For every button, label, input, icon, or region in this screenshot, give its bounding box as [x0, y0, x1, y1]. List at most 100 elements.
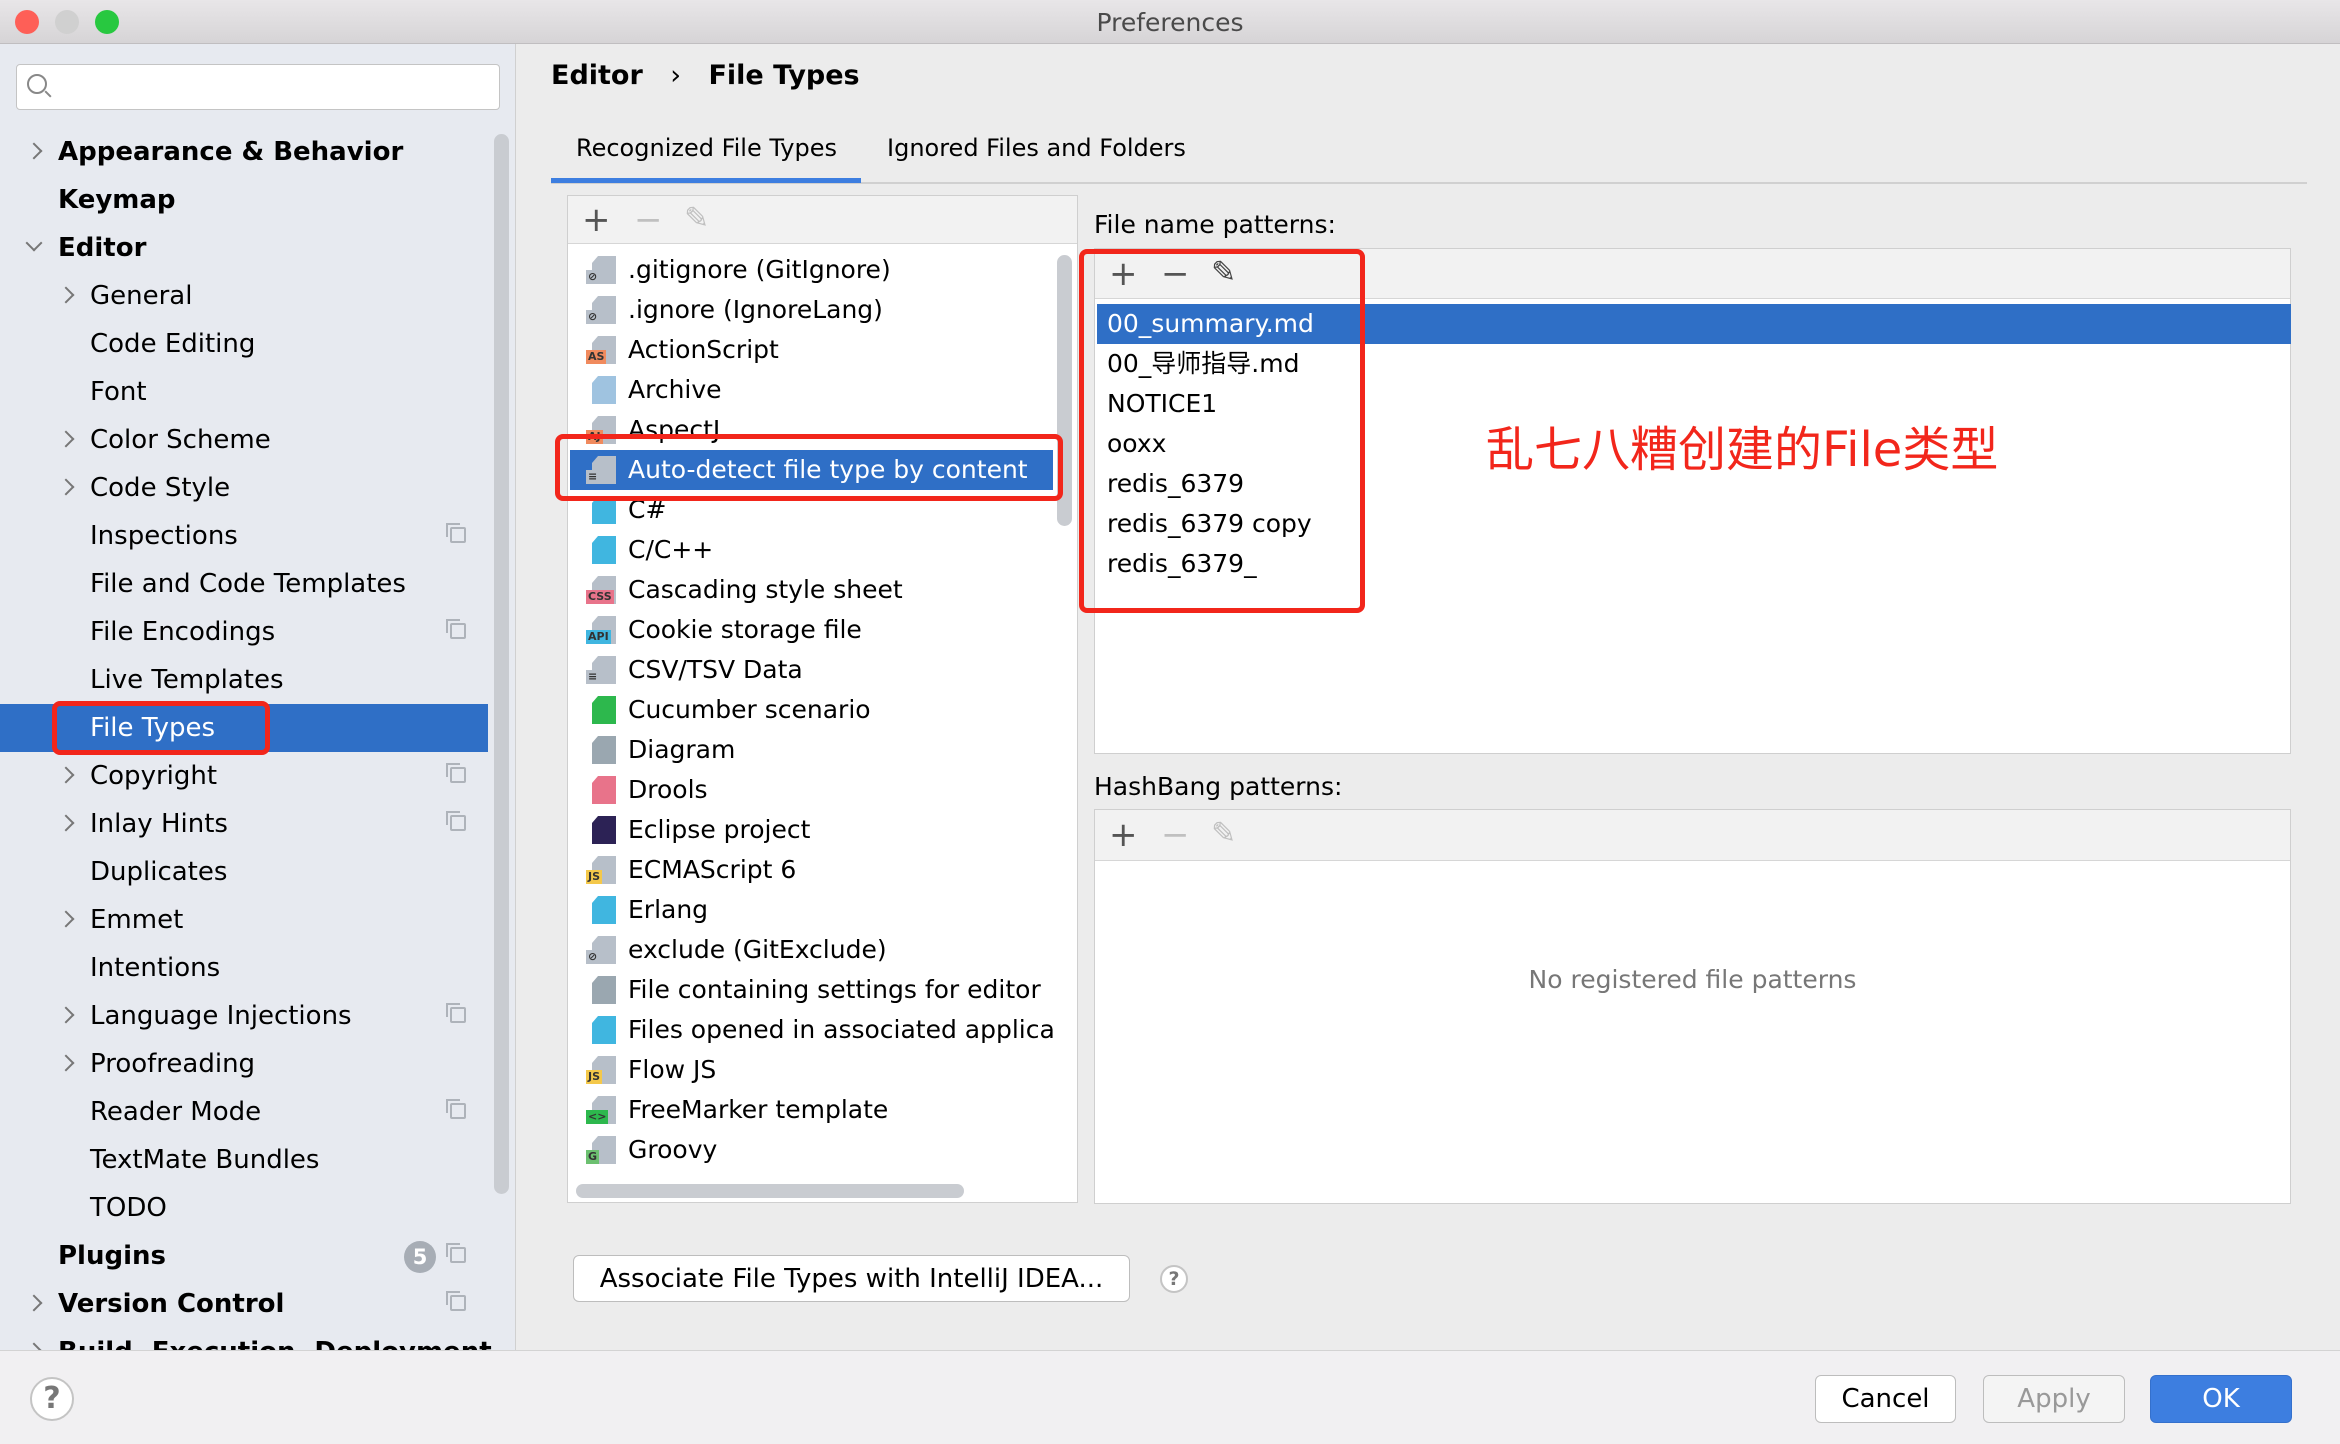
sidebar-item-version-control[interactable]: Version Control	[0, 1280, 488, 1328]
chevron-right-icon[interactable]	[57, 478, 75, 496]
sidebar-item-file-encodings[interactable]: File Encodings	[0, 608, 488, 656]
file-type-item[interactable]: Eclipse project	[570, 810, 1053, 850]
api-icon-badge: API	[586, 630, 611, 644]
chevron-right-icon[interactable]	[57, 430, 75, 448]
file-type-item[interactable]: ⊘ exclude (GitExclude)	[570, 930, 1053, 970]
file-type-item[interactable]: JS ECMAScript 6	[570, 850, 1053, 890]
help-icon[interactable]: ?	[1160, 1265, 1188, 1293]
file-type-item[interactable]: Erlang	[570, 890, 1053, 930]
sidebar-item-label: File Encodings	[90, 617, 276, 647]
archive-icon	[592, 376, 616, 404]
file-type-label: .ignore (IgnoreLang)	[628, 295, 883, 324]
file-type-item[interactable]: Drools	[570, 770, 1053, 810]
chevron-right-icon[interactable]	[57, 910, 75, 928]
file-type-item[interactable]: G Groovy	[570, 1130, 1053, 1170]
file-type-item[interactable]: ⊘ .gitignore (GitIgnore)	[570, 250, 1053, 290]
add-icon[interactable]: +	[582, 203, 611, 237]
window-title: Preferences	[1096, 8, 1244, 37]
sidebar-item-file-and-code-templates[interactable]: File and Code Templates	[0, 560, 488, 608]
sidebar-item-live-templates[interactable]: Live Templates	[0, 656, 488, 704]
file-type-item[interactable]: C/C++	[570, 530, 1053, 570]
file-type-item[interactable]: CSS Cascading style sheet	[570, 570, 1053, 610]
file-type-label: File containing settings for editor	[628, 975, 1041, 1004]
gitignore-icon-badge: ⊘	[586, 270, 600, 284]
diagram-icon	[592, 736, 616, 764]
file-type-item[interactable]: ⊘ .ignore (IgnoreLang)	[570, 290, 1053, 330]
chevron-right-icon[interactable]	[57, 1006, 75, 1024]
edit-icon[interactable]: ✎	[684, 202, 709, 236]
sidebar-item-duplicates[interactable]: Duplicates	[0, 848, 488, 896]
freemarker-icon-badge: <>	[586, 1110, 609, 1124]
chevron-down-icon[interactable]	[25, 234, 43, 252]
sidebar-scrollbar[interactable]	[494, 134, 509, 1194]
sidebar-item-build-execution-deployment[interactable]: Build, Execution, Deployment	[0, 1328, 492, 1350]
sidebar-item-emmet[interactable]: Emmet	[0, 896, 488, 944]
sidebar-item-label: TODO	[90, 1193, 167, 1223]
remove-icon[interactable]: −	[634, 203, 663, 237]
file-type-item[interactable]: ≡ CSV/TSV Data	[570, 650, 1053, 690]
file-type-label: .gitignore (GitIgnore)	[628, 255, 891, 284]
settings-search-input[interactable]	[16, 64, 500, 110]
sidebar-item-label: Code Editing	[90, 329, 256, 359]
chevron-right-icon[interactable]	[57, 286, 75, 304]
chevron-right-icon[interactable]	[25, 1294, 43, 1312]
chevron-right-icon[interactable]	[57, 814, 75, 832]
file-type-item[interactable]: Cucumber scenario	[570, 690, 1053, 730]
annotation-highlight-file-types	[52, 701, 270, 755]
sidebar-item-code-style[interactable]: Code Style	[0, 464, 488, 512]
ok-button[interactable]: OK	[2150, 1375, 2292, 1423]
cancel-button[interactable]: Cancel	[1815, 1375, 1956, 1423]
sidebar-item-inlay-hints[interactable]: Inlay Hints	[0, 800, 488, 848]
external-file-icon	[592, 1016, 616, 1044]
tab-ignored-files-and-folders[interactable]: Ignored Files and Folders	[887, 134, 1186, 162]
apply-button[interactable]: Apply	[1983, 1375, 2125, 1423]
sidebar-item-label: Version Control	[58, 1289, 285, 1319]
chevron-right-icon[interactable]	[57, 1054, 75, 1072]
remove-hashbang-icon[interactable]: −	[1161, 818, 1190, 852]
sidebar-item-appearance-behavior[interactable]: Appearance & Behavior	[0, 128, 488, 176]
sidebar-item-todo[interactable]: TODO	[0, 1184, 488, 1232]
file-type-item[interactable]: Files opened in associated applications	[570, 1010, 1053, 1050]
sidebar-item-code-editing[interactable]: Code Editing	[0, 320, 488, 368]
sidebar-item-editor[interactable]: Editor	[0, 224, 488, 272]
sidebar-item-label: Inspections	[90, 521, 238, 551]
sidebar-item-font[interactable]: Font	[0, 368, 488, 416]
file-type-item[interactable]: Diagram	[570, 730, 1053, 770]
file-type-label: Files opened in associated applications	[628, 1015, 1053, 1044]
groovy-icon-badge: G	[586, 1150, 600, 1164]
sidebar-item-language-injections[interactable]: Language Injections	[0, 992, 488, 1040]
sidebar-item-inspections[interactable]: Inspections	[0, 512, 488, 560]
associate-file-types-button[interactable]: Associate File Types with IntelliJ IDEA.…	[573, 1255, 1130, 1302]
file-type-item[interactable]: AS ActionScript	[570, 330, 1053, 370]
file-type-item[interactable]: API Cookie storage file	[570, 610, 1053, 650]
sidebar-item-label: Intentions	[90, 953, 221, 983]
sidebar-item-proofreading[interactable]: Proofreading	[0, 1040, 488, 1088]
sidebar-item-copyright[interactable]: Copyright	[0, 752, 488, 800]
edit-hashbang-icon[interactable]: ✎	[1211, 817, 1236, 851]
file-type-item[interactable]: <> FreeMarker template	[570, 1090, 1053, 1130]
sidebar-item-keymap[interactable]: Keymap	[0, 176, 488, 224]
file-type-item[interactable]: Archive	[570, 370, 1053, 410]
sidebar-item-color-scheme[interactable]: Color Scheme	[0, 416, 488, 464]
sidebar-item-label: Keymap	[58, 185, 176, 215]
help-button[interactable]: ?	[30, 1377, 74, 1421]
hashbang-empty-text: No registered file patterns	[1528, 965, 1857, 994]
add-hashbang-icon[interactable]: +	[1109, 818, 1138, 852]
file-types-horizontal-scrollbar[interactable]	[576, 1184, 964, 1198]
breadcrumb-parent[interactable]: Editor	[551, 60, 643, 91]
sidebar-item-reader-mode[interactable]: Reader Mode	[0, 1088, 488, 1136]
chevron-right-icon[interactable]	[25, 142, 43, 160]
sidebar-item-textmate-bundles[interactable]: TextMate Bundles	[0, 1136, 488, 1184]
gitexclude-icon-badge: ⊘	[586, 950, 600, 964]
sidebar-item-intentions[interactable]: Intentions	[0, 944, 488, 992]
file-type-label: Eclipse project	[628, 815, 811, 844]
file-type-label: Archive	[628, 375, 722, 404]
sidebar-item-general[interactable]: General	[0, 272, 488, 320]
chevron-right-icon[interactable]	[25, 1342, 43, 1350]
tab-recognized-file-types[interactable]: Recognized File Types	[576, 134, 837, 162]
file-type-label: Diagram	[628, 735, 736, 764]
file-type-item[interactable]: JS Flow JS	[570, 1050, 1053, 1090]
file-type-item[interactable]: File containing settings for editor	[570, 970, 1053, 1010]
chevron-right-icon[interactable]	[57, 766, 75, 784]
sidebar-item-plugins[interactable]: Plugins 5	[0, 1232, 488, 1280]
